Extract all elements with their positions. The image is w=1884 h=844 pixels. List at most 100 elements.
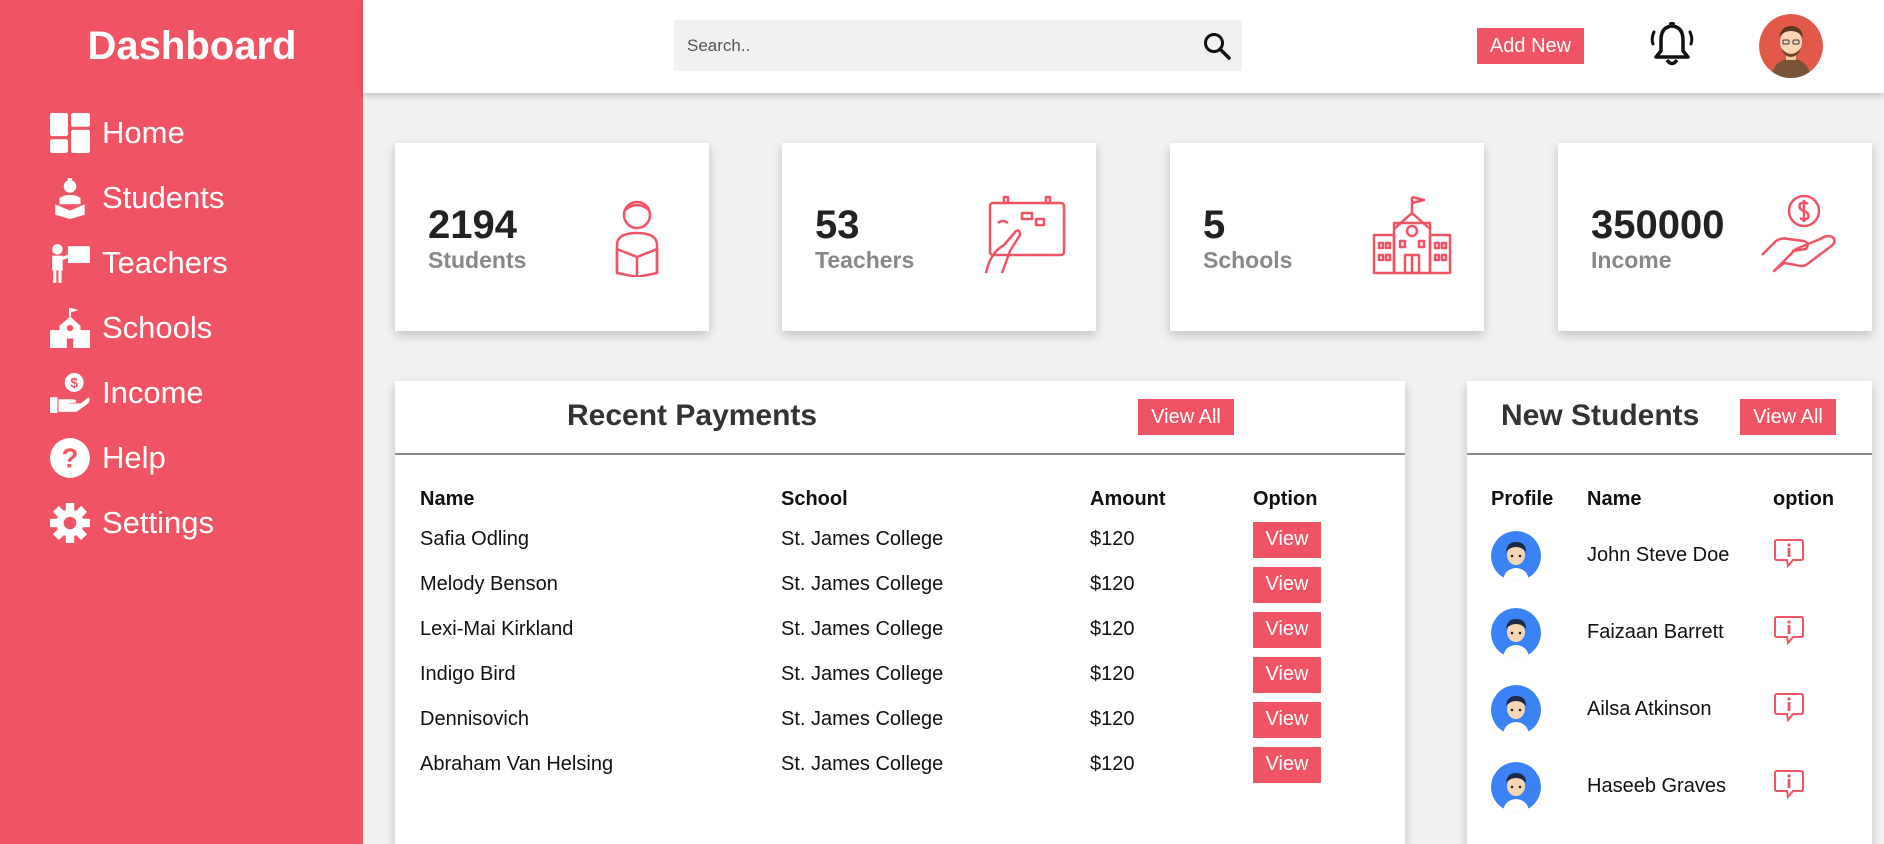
- stat-card-income: 350000 Income: [1558, 143, 1872, 331]
- sidebar-item-students[interactable]: Students: [48, 165, 228, 230]
- table-row: Haseeb Graves: [1491, 748, 1853, 825]
- top-bar: Add New: [363, 0, 1884, 93]
- stat-value: 2194: [428, 203, 517, 247]
- table-row: Lexi-Mai Kirkland St. James College $120…: [420, 607, 1343, 652]
- user-avatar[interactable]: [1759, 14, 1823, 78]
- column-header-school: School: [781, 487, 848, 510]
- payer-name: Safia Odling: [420, 528, 529, 550]
- sidebar-item-label: Home: [102, 114, 185, 150]
- table-row: Abraham Van Helsing St. James College $1…: [420, 742, 1343, 787]
- student-avatar: [1491, 761, 1541, 812]
- school-name: St. James College: [781, 663, 944, 685]
- sidebar-item-label: Income: [102, 374, 204, 410]
- view-button[interactable]: View: [1253, 521, 1321, 558]
- student-name: Faizaan Barrett: [1587, 621, 1724, 643]
- table-row: Melody Benson St. James College $120 Vie…: [420, 562, 1343, 607]
- student-icon: [48, 176, 92, 220]
- student-name: Haseeb Graves: [1587, 775, 1726, 797]
- sidebar-title: Dashboard: [87, 24, 297, 68]
- add-new-button[interactable]: Add New: [1477, 28, 1584, 64]
- student-avatar: [1491, 607, 1541, 658]
- view-button[interactable]: View: [1253, 611, 1321, 648]
- sidebar-item-label: Settings: [102, 504, 215, 540]
- view-all-students-button[interactable]: View All: [1740, 399, 1836, 435]
- help-icon: ?: [48, 436, 92, 480]
- payer-name: Melody Benson: [420, 573, 558, 595]
- info-icon[interactable]: [1773, 615, 1805, 651]
- payer-name: Abraham Van Helsing: [420, 753, 614, 775]
- view-all-payments-button[interactable]: View All: [1138, 399, 1234, 435]
- stat-card-students: 2194 Students: [395, 143, 709, 331]
- school-name: St. James College: [781, 528, 944, 550]
- school-name: St. James College: [781, 708, 944, 730]
- info-icon[interactable]: [1773, 538, 1805, 574]
- stat-card-teachers: 53 Teachers: [782, 143, 1096, 331]
- column-header-option: option: [1773, 487, 1835, 510]
- student-avatar: [1491, 684, 1541, 735]
- gear-icon: [48, 501, 92, 545]
- svg-text:?: ?: [62, 442, 79, 473]
- amount: $120: [1090, 573, 1135, 595]
- sidebar-item-label: Teachers: [102, 244, 228, 280]
- search-icon[interactable]: [1202, 31, 1232, 61]
- school-building-icon: [1372, 195, 1452, 275]
- table-row: Safia Odling St. James College $120 View: [420, 517, 1343, 562]
- search-input[interactable]: [687, 20, 1187, 71]
- table-row: Indigo Bird St. James College $120 View: [420, 652, 1343, 697]
- amount: $120: [1090, 663, 1135, 685]
- recent-payments-panel: Recent Payments View All Name School Amo…: [395, 381, 1405, 844]
- view-button[interactable]: View: [1253, 656, 1321, 693]
- teacher-icon: [48, 241, 92, 285]
- search-box: [674, 20, 1242, 71]
- school-icon: [48, 306, 92, 350]
- payer-name: Lexi-Mai Kirkland: [420, 618, 574, 640]
- view-button[interactable]: View: [1253, 746, 1321, 783]
- amount: $120: [1090, 708, 1135, 730]
- column-header-name: Name: [1587, 487, 1642, 510]
- student-name: Ailsa Atkinson: [1587, 698, 1712, 720]
- stat-label: Income: [1591, 247, 1672, 273]
- sidebar-item-label: Help: [102, 439, 166, 475]
- bell-icon[interactable]: [1647, 20, 1697, 70]
- view-button[interactable]: View: [1253, 566, 1321, 603]
- table-row: John Steve Doe: [1491, 517, 1853, 594]
- table-row: Faizaan Barrett: [1491, 594, 1853, 671]
- stat-value: 350000: [1591, 203, 1725, 247]
- view-button[interactable]: View: [1253, 701, 1321, 738]
- amount: $120: [1090, 528, 1135, 550]
- sidebar-item-schools[interactable]: Schools: [48, 295, 228, 360]
- table-header-row: Name School Amount Option: [420, 481, 1343, 517]
- payer-name: Dennisovich: [420, 708, 529, 730]
- student-name: John Steve Doe: [1587, 544, 1730, 566]
- info-icon[interactable]: [1773, 769, 1805, 805]
- new-students-panel: New Students View All Profile Name optio…: [1467, 381, 1872, 844]
- grid-icon: [48, 111, 92, 155]
- amount: $120: [1090, 618, 1135, 640]
- sidebar-nav: Home Students Teachers Schools $ Income: [48, 100, 228, 555]
- teacher-board-icon: [984, 195, 1066, 274]
- stat-label: Students: [428, 247, 527, 273]
- sidebar-item-help[interactable]: ? Help: [48, 425, 228, 490]
- panel-header: New Students View All: [1467, 381, 1872, 455]
- sidebar: Dashboard Home Students Teachers Schools: [0, 0, 363, 844]
- stat-label: Teachers: [815, 247, 915, 273]
- sidebar-item-income[interactable]: $ Income: [48, 360, 228, 425]
- panel-title: Recent Payments: [567, 399, 818, 432]
- column-header-option: Option: [1253, 487, 1318, 510]
- stat-label: Schools: [1203, 247, 1293, 273]
- stat-value: 5: [1203, 203, 1226, 247]
- table-row: Ailsa Atkinson: [1491, 671, 1853, 748]
- column-header-name: Name: [420, 487, 475, 510]
- panel-header: Recent Payments View All: [395, 381, 1405, 455]
- money-hand-icon: [1761, 194, 1836, 273]
- payments-table: Name School Amount Option Safia Odling S…: [420, 481, 1343, 787]
- sidebar-item-home[interactable]: Home: [48, 100, 228, 165]
- sidebar-item-settings[interactable]: Settings: [48, 490, 228, 555]
- sidebar-item-label: Students: [102, 179, 225, 215]
- column-header-profile: Profile: [1491, 487, 1554, 510]
- stat-card-schools: 5 Schools: [1170, 143, 1484, 331]
- info-icon[interactable]: [1773, 692, 1805, 728]
- student-reading-icon: [615, 200, 659, 277]
- income-icon: $: [48, 371, 92, 415]
- sidebar-item-teachers[interactable]: Teachers: [48, 230, 228, 295]
